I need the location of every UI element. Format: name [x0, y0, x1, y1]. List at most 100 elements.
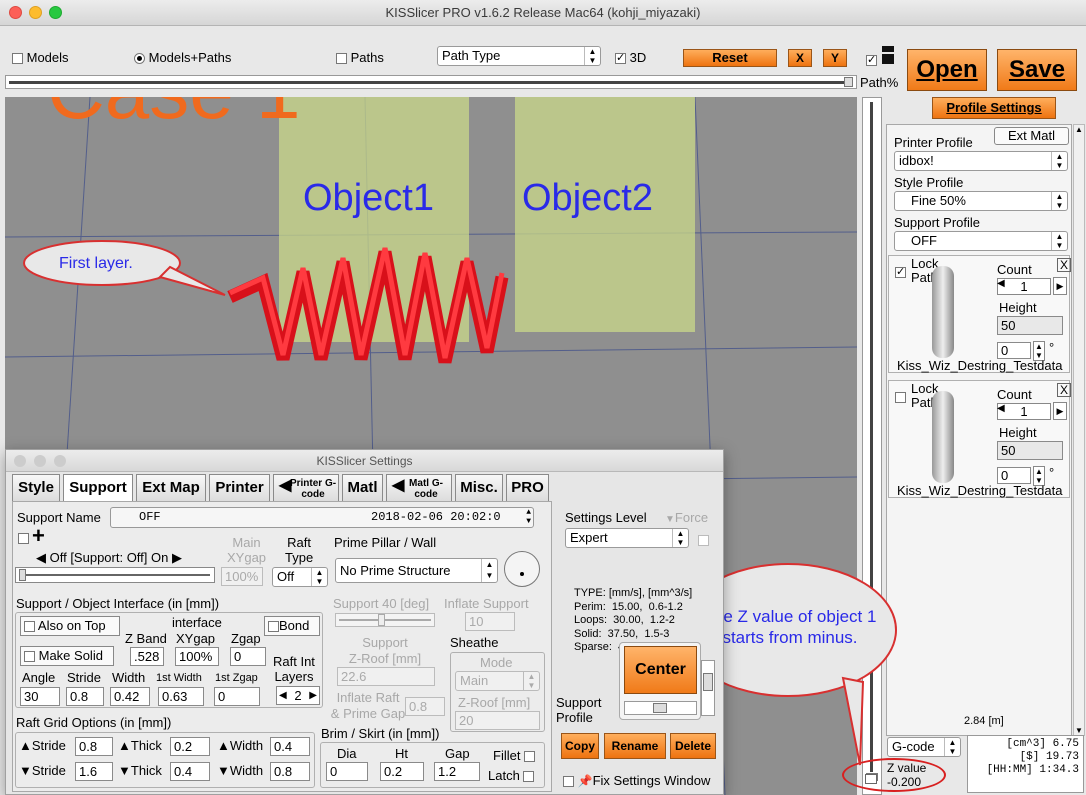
raft-type-select[interactable]: Off ▲ ▼ — [272, 567, 328, 587]
main-xygap-input[interactable]: 100% — [221, 567, 263, 586]
angle-dial[interactable] — [504, 551, 540, 587]
fix-settings-window-option[interactable]: 📌Fix Settings Window — [563, 773, 710, 788]
slider-thumb[interactable] — [844, 77, 853, 87]
add-icon[interactable]: + — [32, 523, 45, 549]
minimize-window-button[interactable] — [29, 6, 42, 19]
tab-printer-gcode[interactable]: ◀ Printer G-code — [273, 474, 339, 502]
count-increment-2[interactable]: ▶ — [1053, 402, 1067, 420]
count-input-2[interactable]: 1 — [997, 403, 1051, 420]
keyboard-icon — [865, 774, 877, 784]
force-checkbox[interactable] — [698, 532, 709, 547]
rotation-input-1[interactable]: 0 — [997, 342, 1031, 359]
settings-level-select[interactable]: Expert ▲ ▼ — [565, 528, 689, 548]
support-name-label: Support Name — [17, 510, 101, 525]
count-input-1[interactable]: 1 — [997, 278, 1051, 295]
raft-thick-top-input[interactable]: 0.2 — [170, 737, 210, 756]
models-paths-option[interactable]: Models+Paths — [134, 50, 231, 65]
inflate-support-input[interactable]: 10 — [465, 612, 515, 631]
height-input-1[interactable]: 50 — [997, 316, 1063, 335]
tab-printer[interactable]: Printer — [209, 474, 270, 502]
first-zgap-input[interactable]: 0 — [214, 687, 260, 706]
printer-profile-select[interactable]: idbox! ▲ ▼ — [894, 151, 1068, 171]
bond-toggle[interactable]: Bond — [264, 616, 320, 636]
brim-label: Brim / Skirt (in [mm]) — [321, 726, 440, 741]
interface-xygap-input[interactable]: 100% — [175, 647, 219, 666]
settings-close-button[interactable] — [14, 455, 26, 467]
tab-pro[interactable]: PRO — [506, 474, 549, 502]
style-profile-label: Style Profile — [894, 175, 964, 190]
height-input-2[interactable]: 50 — [997, 441, 1063, 460]
center-button[interactable]: Center — [624, 646, 697, 694]
tab-ext-map[interactable]: Ext Map — [136, 474, 206, 502]
reset-button[interactable]: Reset — [683, 49, 777, 67]
zgap-input[interactable]: 0 — [230, 647, 266, 666]
y-view-button[interactable]: Y — [823, 49, 847, 67]
support-off-on-label: ◀ Off [Support: Off] On ▶ — [36, 550, 182, 565]
remove-object-button-1[interactable]: X — [1057, 258, 1071, 272]
style-profile-select[interactable]: Fine 50% ▲ ▼ — [894, 191, 1068, 211]
support-name-select[interactable]: OFF 2018-02-06 20:02:0 ▲ ▼ — [110, 507, 534, 528]
count-increment-1[interactable]: ▶ — [1053, 277, 1067, 295]
path-type-select[interactable]: Path Type ▲ ▼ — [437, 46, 601, 66]
object-name-2: Kiss_Wiz_Destring_Testdata — [897, 483, 1063, 498]
raft-stride-bottom-input[interactable]: 1.6 — [75, 762, 113, 781]
open-button[interactable]: Open — [907, 49, 987, 91]
delete-profile-button[interactable]: Delete — [670, 733, 716, 759]
inflate-raft-input[interactable]: 0.8 — [405, 697, 445, 716]
profile-panel-scrollbar[interactable]: ▲ ▼ — [1073, 124, 1085, 736]
remove-object-button-2[interactable]: X — [1057, 383, 1071, 397]
stride-input[interactable]: 0.8 — [66, 687, 104, 706]
zoom-window-button[interactable] — [49, 6, 62, 19]
width-input[interactable]: 0.42 — [110, 687, 150, 706]
support-angle-slider[interactable] — [335, 613, 435, 627]
raft-thick-bottom-input[interactable]: 0.4 — [170, 762, 210, 781]
settings-minimize-button[interactable] — [34, 455, 46, 467]
make-solid-toggle[interactable]: Make Solid — [20, 646, 114, 666]
tab-matl-gcode[interactable]: ◀ Matl G-code — [386, 474, 452, 502]
fillet-checkbox[interactable] — [524, 751, 536, 763]
ext-matl-button[interactable]: Ext Matl — [994, 127, 1069, 145]
raft-width-top-input[interactable]: 0.4 — [270, 737, 310, 756]
profile-panel: Printer Profile Ext Matl idbox! ▲ ▼ Style … — [886, 124, 1072, 736]
tab-support[interactable]: Support — [63, 474, 133, 502]
zband-input[interactable]: .528 — [130, 647, 164, 666]
latch-checkbox[interactable] — [523, 771, 535, 783]
brim-ht-input[interactable]: 0.2 — [380, 762, 424, 781]
lock-paths-checkbox-2[interactable] — [895, 389, 906, 404]
tab-misc[interactable]: Misc. — [455, 474, 503, 502]
save-button[interactable]: Save — [997, 49, 1077, 91]
raft-int-layers-stepper[interactable]: ◀ 2 ▶ — [276, 686, 320, 705]
x-view-button[interactable]: X — [788, 49, 812, 67]
models-option[interactable]: Models — [12, 50, 69, 65]
support-zroof-input[interactable]: 22.6 — [337, 667, 435, 686]
copy-profile-button[interactable]: Copy — [561, 733, 599, 759]
center-slider[interactable] — [624, 701, 697, 715]
rotation-input-2[interactable]: 0 — [997, 467, 1031, 484]
close-window-button[interactable] — [9, 6, 22, 19]
vertical-center-slider[interactable] — [701, 660, 715, 716]
lock-paths-checkbox-1[interactable] — [895, 264, 906, 279]
tab-matl[interactable]: Matl — [342, 474, 383, 502]
brim-gap-input[interactable]: 1.2 — [434, 762, 480, 781]
raft-stride-top-input[interactable]: 0.8 — [75, 737, 113, 756]
prime-structure-select[interactable]: No Prime Structure ▲ ▼ — [335, 558, 498, 583]
path-percent-slider[interactable] — [5, 75, 857, 89]
raft-width-bottom-input[interactable]: 0.8 — [270, 762, 310, 781]
also-on-top-toggle[interactable]: Also on Top — [20, 616, 120, 636]
first-width-input[interactable]: 0.63 — [158, 687, 204, 706]
settings-zoom-button[interactable] — [54, 455, 66, 467]
brim-dia-input[interactable]: 0 — [326, 762, 368, 781]
angle-input[interactable]: 30 — [20, 687, 60, 706]
sheathe-mode-select[interactable]: Main ▲ ▼ — [455, 671, 540, 691]
tab-style[interactable]: Style — [12, 474, 60, 502]
profile-settings-button[interactable]: Profile Settings — [932, 97, 1056, 119]
paths-option[interactable]: Paths — [336, 50, 384, 65]
support-profile-select[interactable]: OFF ▲ ▼ — [894, 231, 1068, 251]
rename-profile-button[interactable]: Rename — [604, 733, 666, 759]
path-checkbox[interactable] — [866, 52, 877, 67]
support-enable-checkbox[interactable] — [18, 530, 29, 545]
3d-checkbox[interactable]: 3D — [615, 50, 646, 65]
interface-label: Support / Object Interface (in [mm]) — [16, 596, 220, 611]
support-slider[interactable] — [15, 567, 215, 583]
sheathe-zroof-input[interactable]: 20 — [455, 711, 540, 730]
